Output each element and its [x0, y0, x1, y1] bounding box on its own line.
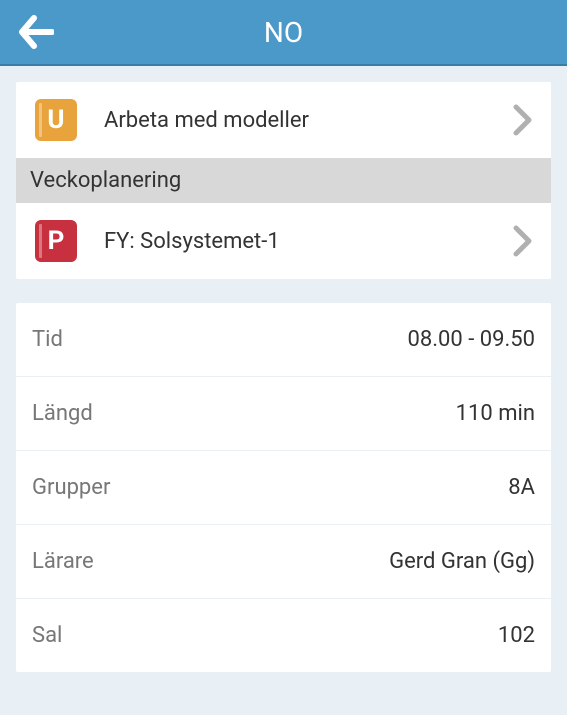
detail-row-larare: Lärare Gerd Gran (Gg) — [16, 525, 551, 599]
u-icon: U — [34, 98, 78, 142]
list-item-modeller[interactable]: U Arbeta med modeller — [16, 82, 551, 158]
content-area: U Arbeta med modeller Veckoplanering P F… — [0, 66, 567, 688]
back-arrow-icon — [18, 14, 54, 50]
detail-value: 110 min — [456, 401, 535, 426]
chevron-right-icon — [513, 104, 533, 136]
app-header: NO — [0, 0, 567, 66]
top-card: U Arbeta med modeller Veckoplanering P F… — [16, 82, 551, 279]
back-button[interactable] — [14, 10, 58, 54]
details-card: Tid 08.00 - 09.50 Längd 110 min Grupper … — [16, 303, 551, 672]
list-item-label: FY: Solsystemet-1 — [104, 229, 513, 254]
detail-label: Sal — [32, 623, 62, 648]
chevron-right-icon — [513, 225, 533, 257]
p-icon: P — [34, 219, 78, 263]
detail-value: Gerd Gran (Gg) — [389, 549, 535, 574]
detail-row-sal: Sal 102 — [16, 599, 551, 672]
detail-row-langd: Längd 110 min — [16, 377, 551, 451]
list-item-label: Arbeta med modeller — [104, 108, 513, 133]
page-title: NO — [0, 16, 567, 49]
detail-label: Lärare — [32, 549, 94, 574]
detail-value: 8A — [508, 475, 535, 500]
detail-label: Grupper — [32, 475, 110, 500]
detail-label: Längd — [32, 401, 93, 426]
detail-value: 08.00 - 09.50 — [407, 327, 535, 352]
detail-row-grupper: Grupper 8A — [16, 451, 551, 525]
detail-value: 102 — [498, 623, 535, 648]
detail-row-tid: Tid 08.00 - 09.50 — [16, 303, 551, 377]
detail-label: Tid — [32, 327, 63, 352]
section-header-veckoplanering: Veckoplanering — [16, 158, 551, 203]
list-item-solsystemet[interactable]: P FY: Solsystemet-1 — [16, 203, 551, 279]
